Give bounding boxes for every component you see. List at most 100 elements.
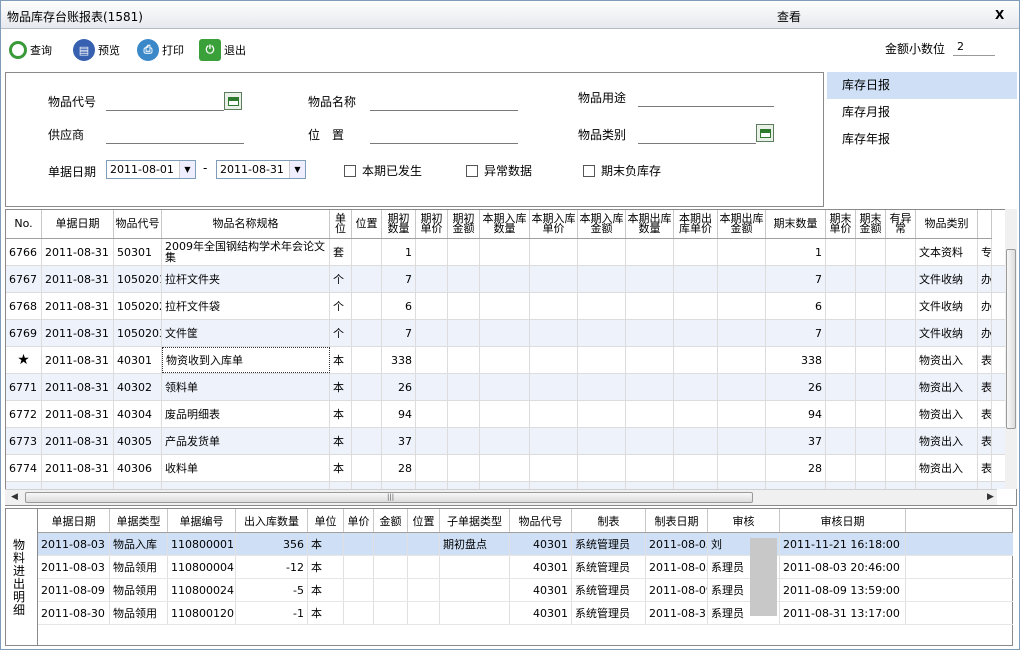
query-button[interactable]: 查询 [9,36,52,64]
date-to-value: 2011-08-31 [220,163,284,176]
column-header[interactable]: 期末数量 [766,210,826,238]
column-header[interactable]: 本期出库数量 [626,210,674,238]
detail-row[interactable]: 2011-08-03 物品入库 110800001 356 本期初盘点 40301 系统管理… [38,533,1013,556]
scroll-right-icon[interactable]: ▶ [987,492,994,502]
detail-cell: 2011-08-30 [38,602,110,624]
column-header[interactable]: 有异常 [886,210,916,238]
table-row[interactable]: 6766 2011-08-31 50301 2009年全国钢结构学术年会论文集套 1 1 文… [6,239,1016,266]
detail-column-header[interactable]: 子单据类型 [440,509,510,532]
detail-column-header[interactable]: 审核日期 [780,509,906,532]
table-cell [856,347,886,373]
table-row[interactable]: 6772 2011-08-31 40304 废品明细表本 94 94 物资出入表 [6,401,1016,428]
table-cell: 40306 [114,455,162,481]
detail-column-header[interactable]: 单价 [344,509,374,532]
table-row[interactable]: 6771 2011-08-31 40302 领料单本 26 26 物资出入表 [6,374,1016,401]
detail-cell [440,602,510,624]
item-code-picker-icon[interactable] [224,92,242,110]
item-code-input[interactable] [106,93,224,111]
column-header[interactable]: 本期入库数量 [480,210,530,238]
column-header[interactable]: 期初数量 [382,210,416,238]
detail-column-header[interactable]: 审核 [708,509,780,532]
table-row[interactable]: 6773 2011-08-31 40305 产品发货单本 37 37 物资出入表 [6,428,1016,455]
detail-column-header[interactable]: 制表 [572,509,646,532]
detail-column-header[interactable]: 单位 [308,509,344,532]
print-button[interactable]: ⎙ 打印 [137,36,184,64]
report-monthly[interactable]: 库存月报 [827,99,1017,126]
column-header[interactable]: 位置 [352,210,382,238]
detail-column-header[interactable]: 单据编号 [168,509,236,532]
detail-column-header[interactable]: 物品代号 [510,509,572,532]
column-header[interactable]: 本期入库单价 [530,210,578,238]
column-header[interactable]: 本期出库金额 [718,210,766,238]
detail-column-header[interactable]: 金额 [374,509,408,532]
item-use-input[interactable] [638,89,774,107]
exit-button[interactable]: ⏻ 退出 [199,36,246,64]
detail-row[interactable]: 2011-08-03 物品领用 110800004 -12 本 40301 系统管理员 201… [38,556,1013,579]
category-picker-icon[interactable] [756,124,774,142]
decimal-input[interactable] [953,38,995,56]
occurred-checkbox[interactable]: 本期已发生 [344,162,422,179]
table-cell [352,374,382,400]
preview-button[interactable]: ▤ 预览 [73,36,120,64]
detail-column-header[interactable]: 单据类型 [110,509,168,532]
column-header[interactable] [978,210,992,238]
table-cell [530,401,578,427]
column-header[interactable]: 期末单价 [826,210,856,238]
date-from-select[interactable]: 2011-08-01 ▼ [106,160,196,179]
detail-row[interactable]: 2011-08-09 物品领用 110800024 -5 本 40301 系统管理员 2011… [38,579,1013,602]
detail-column-header[interactable]: 出入库数量 [236,509,308,532]
magnifier-icon [9,41,27,59]
report-yearly[interactable]: 库存年报 [827,126,1017,153]
date-separator: - [203,161,208,175]
category-input[interactable] [638,126,756,144]
table-cell [448,347,480,373]
column-header[interactable]: 物品类别 [916,210,978,238]
detail-row[interactable]: 2011-08-30 物品领用 110800120 -1 本 40301 系统管理员 2011… [38,602,1013,625]
abnormal-checkbox[interactable]: 异常数据 [466,162,532,179]
table-cell: 表 [978,482,992,489]
column-header[interactable]: 本期入库金额 [578,210,626,238]
grid-horizontal-scrollbar[interactable]: ◀ ||| ▶ [5,489,997,505]
table-cell [416,320,448,346]
negative-stock-checkbox[interactable]: 期末负库存 [583,162,661,179]
column-header[interactable]: 本期出库单价 [674,210,718,238]
column-header[interactable]: 单据日期 [42,210,114,238]
grid-vertical-scrollbar[interactable] [1005,209,1017,489]
table-row[interactable]: ★ 2011-08-31 40301 物资收到入库单本 338 338 物资出入表 [6,347,1016,374]
table-cell: 40305 [114,428,162,454]
column-header[interactable]: 期末金额 [856,210,886,238]
table-row[interactable]: 67752011-08-3140307出门证本 40 40 物资出入表 [6,482,1016,489]
detail-cell [408,533,440,555]
close-button[interactable]: X [995,8,1004,22]
column-header[interactable]: No. [6,210,42,238]
supplier-input[interactable] [106,126,244,144]
scroll-left-icon[interactable]: ◀ [11,492,18,502]
column-header[interactable]: 单位 [330,210,352,238]
table-cell [448,374,480,400]
table-cell: 6774 [6,455,42,481]
detail-column-header[interactable]: 位置 [408,509,440,532]
detail-column-header[interactable]: 制表日期 [646,509,708,532]
detail-cell: 2011-08-31 [646,602,708,624]
table-cell [886,266,916,292]
table-row[interactable]: 6774 2011-08-31 40306 收料单本 28 28 物资出入表 [6,455,1016,482]
title-bar: 物品库存台账报表(1581) 查看 X [1,1,1019,29]
report-daily[interactable]: 库存日报 [827,72,1017,99]
detail-cell [374,533,408,555]
detail-column-header[interactable]: 单据日期 [38,509,110,532]
column-header[interactable]: 期初金额 [448,210,480,238]
table-cell [352,239,382,265]
table-cell [416,239,448,265]
table-cell [674,293,718,319]
column-header[interactable]: 物品名称规格 [162,210,330,238]
table-cell [856,293,886,319]
item-name-input[interactable] [370,93,518,111]
column-header[interactable]: 物品代号 [114,210,162,238]
table-row[interactable]: 6767 2011-08-31 1050201 拉杆文件夹个 7 7 文件收纳办 [6,266,1016,293]
location-input[interactable] [370,126,518,144]
table-row[interactable]: 6768 2011-08-31 1050202 拉杆文件袋个 6 6 文件收纳办 [6,293,1016,320]
column-header[interactable]: 期初单价 [416,210,448,238]
table-row[interactable]: 6769 2011-08-31 1050203 文件筐个 7 7 文件收纳办 [6,320,1016,347]
scroll-thumb[interactable] [1006,249,1016,429]
date-to-select[interactable]: 2011-08-31 ▼ [216,160,306,179]
